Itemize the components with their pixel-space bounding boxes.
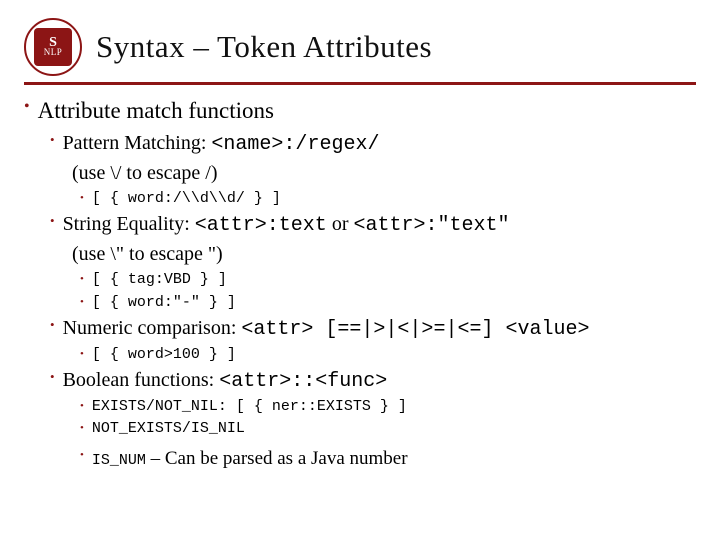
list-item: • Pattern Matching: <name>:/regex/	[50, 130, 696, 158]
logo-text: NLP	[44, 49, 63, 57]
note-text: (use \" to escape ")	[72, 243, 223, 265]
bullet-icon: •	[80, 345, 84, 364]
code: IS_NUM	[92, 452, 146, 469]
code-example: NOT_EXISTS/IS_NIL	[92, 419, 245, 439]
slide-title: Syntax – Token Attributes	[96, 29, 432, 65]
code: <attr>:text	[195, 214, 327, 237]
item-text: IS_NUM – Can be parsed as a Java number	[92, 446, 408, 472]
item-text: Boolean functions: <attr>::<func>	[63, 367, 388, 395]
list-item: • Boolean functions: <attr>::<func>	[50, 367, 696, 395]
code-example: [ { word:"-" } ]	[92, 293, 236, 313]
item-text: Pattern Matching: <name>:/regex/	[63, 130, 380, 158]
bullet-icon: •	[80, 293, 84, 312]
list-item-continuation: (use \" to escape ")	[72, 241, 696, 268]
list-item: • [ { word>100 } ]	[80, 345, 696, 365]
code-example: EXISTS/NOT_NIL: [ { ner::EXISTS } ]	[92, 397, 407, 417]
list-item: • EXISTS/NOT_NIL: [ { ner::EXISTS } ]	[80, 397, 696, 417]
list-item: • IS_NUM – Can be parsed as a Java numbe…	[80, 446, 696, 472]
bullet-icon: •	[80, 189, 84, 208]
bullet-icon: •	[80, 419, 84, 438]
label: Numeric comparison:	[63, 317, 242, 339]
list-item: • [ { tag:VBD } ]	[80, 270, 696, 290]
list-item: • [ { word:/\\d\\d/ } ]	[80, 189, 696, 209]
header: S NLP Syntax – Token Attributes	[24, 18, 696, 85]
label: or	[327, 213, 354, 235]
bullet-icon: •	[80, 397, 84, 416]
code-example: [ { word:/\\d\\d/ } ]	[92, 189, 281, 209]
note-text: (use \/ to escape /)	[72, 162, 218, 184]
code: <attr>:"text"	[353, 214, 509, 237]
code: <name>:/regex/	[211, 133, 379, 156]
list-item: • Attribute match functions	[24, 95, 696, 126]
bullet-icon: •	[50, 315, 55, 335]
label: Boolean functions:	[63, 369, 220, 391]
code: <attr> [==|>|<|>=|<=] <value>	[241, 318, 589, 341]
content-list: • Attribute match functions • Pattern Ma…	[24, 95, 696, 471]
code-example: [ { word>100 } ]	[92, 345, 236, 365]
code: <attr>::<func>	[219, 370, 387, 393]
label: Pattern Matching:	[63, 132, 212, 154]
bullet-icon: •	[50, 211, 55, 231]
heading-text: Attribute match functions	[38, 95, 274, 126]
list-item-continuation: (use \/ to escape /)	[72, 160, 696, 187]
code-example: [ { tag:VBD } ]	[92, 270, 227, 290]
list-item: • Numeric comparison: <attr> [==|>|<|>=|…	[50, 315, 696, 343]
item-text: Numeric comparison: <attr> [==|>|<|>=|<=…	[63, 315, 590, 343]
list-item: • NOT_EXISTS/IS_NIL	[80, 419, 696, 439]
label: String Equality:	[63, 213, 195, 235]
bullet-icon: •	[50, 130, 55, 150]
item-text: String Equality: <attr>:text or <attr>:"…	[63, 211, 510, 239]
stanford-nlp-logo: S NLP	[24, 18, 82, 76]
bullet-icon: •	[50, 367, 55, 387]
label: – Can be parsed as a Java number	[146, 448, 408, 469]
slide-body: S NLP Syntax – Token Attributes • Attrib…	[0, 0, 720, 491]
bullet-icon: •	[24, 95, 30, 119]
bullet-icon: •	[80, 270, 84, 289]
bullet-icon: •	[80, 446, 84, 465]
list-item: • [ { word:"-" } ]	[80, 293, 696, 313]
list-item: • String Equality: <attr>:text or <attr>…	[50, 211, 696, 239]
